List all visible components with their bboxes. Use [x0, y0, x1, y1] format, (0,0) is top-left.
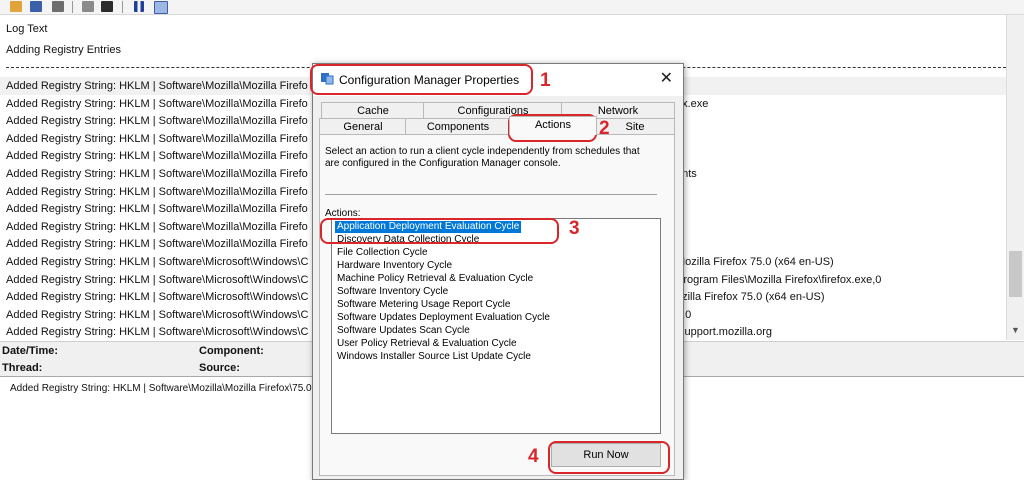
highlight-icon[interactable]: [154, 1, 168, 14]
action-list-item[interactable]: Hardware Inventory Cycle: [337, 260, 452, 272]
log-row-text: Added Registry String: HKLM | Software\M…: [6, 115, 308, 128]
log-row-text: Added Registry String: HKLM | Software\M…: [6, 326, 309, 339]
log-text-column-header[interactable]: Log Text: [6, 23, 47, 35]
annotation-box-4: [548, 441, 670, 474]
log-row-text-continued: ozilla Firefox 75.0 (x64 en-US): [676, 291, 825, 304]
annotation-box-1: [310, 64, 533, 95]
toolbar: [0, 0, 1024, 15]
actions-description: Select an action to run a client cycle i…: [325, 146, 640, 169]
log-scrollbar[interactable]: ▼: [1006, 15, 1024, 340]
message-text: Added Registry String: HKLM | Software\M…: [10, 383, 312, 394]
log-row-text-continued: Mozilla Firefox 75.0 (x64 en-US): [676, 256, 834, 268]
log-row-text: Added Registry String: HKLM | Software\M…: [6, 238, 308, 251]
annotation-number-2: 2: [599, 118, 610, 139]
copy-icon[interactable]: [82, 1, 94, 12]
open-folder-icon[interactable]: [10, 1, 22, 12]
log-row-text: Added Registry String: HKLM | Software\M…: [6, 203, 308, 216]
thread-label: Thread:: [2, 362, 43, 374]
action-list-item[interactable]: User Policy Retrieval & Evaluation Cycle: [337, 338, 517, 350]
action-list-item[interactable]: Machine Policy Retrieval & Evaluation Cy…: [337, 273, 533, 285]
tab-cache[interactable]: Cache: [321, 102, 425, 119]
log-row-text: Added Registry String: HKLM | Software\M…: [6, 291, 309, 304]
log-row-text-continued: /support.mozilla.org: [676, 326, 772, 339]
toolbar-separator: [72, 1, 73, 13]
pause-icon[interactable]: [134, 1, 144, 12]
source-label: Source:: [199, 362, 240, 374]
log-row-text: Added Registry String: HKLM | Software\M…: [6, 308, 309, 321]
log-row-text: Added Registry String: HKLM | Software\M…: [6, 132, 308, 145]
scroll-down-icon[interactable]: ▼: [1011, 325, 1020, 335]
find-icon[interactable]: [101, 1, 113, 12]
log-row-text: Added Registry String: HKLM | Software\M…: [6, 150, 308, 163]
log-row-text: Added Registry String: HKLM | Software\M…: [6, 185, 308, 198]
log-row-text: Added Registry String: HKLM | Software\M…: [6, 220, 308, 233]
dialog-body: Cache Configurations Network General Com…: [313, 96, 683, 479]
actions-listbox[interactable]: Application Deployment Evaluation Cycle D…: [331, 218, 661, 434]
action-list-item[interactable]: Software Updates Scan Cycle: [337, 325, 470, 337]
scrollbar-thumb[interactable]: [1009, 251, 1022, 297]
tab-general[interactable]: General: [319, 118, 407, 135]
log-row-text: Added Registry String: HKLM | Software\M…: [6, 168, 308, 180]
datetime-label: Date/Time:: [2, 345, 59, 357]
annotation-box-3: [320, 218, 559, 244]
action-list-item[interactable]: Software Metering Usage Report Cycle: [337, 299, 510, 311]
log-first-line[interactable]: Adding Registry Entries: [6, 44, 121, 56]
component-label: Component:: [199, 345, 264, 357]
configuration-manager-properties-dialog: Configuration Manager Properties ✕ Cache…: [312, 63, 684, 480]
tab-actions[interactable]: Actions: [509, 116, 597, 135]
print-icon[interactable]: [52, 1, 64, 12]
log-row-text-continued: Program Files\Mozilla Firefox\firefox.ex…: [676, 273, 882, 286]
action-list-item[interactable]: Software Inventory Cycle: [337, 286, 448, 298]
annotation-number-3: 3: [569, 218, 580, 239]
log-row-text: Added Registry String: HKLM | Software\M…: [6, 97, 308, 110]
annotation-number-4: 4: [528, 446, 539, 467]
annotation-number-1: 1: [540, 70, 551, 91]
save-icon[interactable]: [30, 1, 42, 12]
close-icon[interactable]: ✕: [660, 68, 673, 88]
action-list-item[interactable]: File Collection Cycle: [337, 247, 428, 259]
panel-divider: [325, 194, 657, 195]
tab-components[interactable]: Components: [405, 118, 511, 135]
action-list-item[interactable]: Software Updates Deployment Evaluation C…: [337, 312, 550, 324]
log-row-text: Added Registry String: HKLM | Software\M…: [6, 80, 308, 92]
log-row-text: Added Registry String: HKLM | Software\M…: [6, 256, 309, 268]
log-row-text: Added Registry String: HKLM | Software\M…: [6, 273, 309, 286]
toolbar-separator: [122, 1, 123, 13]
action-list-item[interactable]: Windows Installer Source List Update Cyc…: [337, 351, 531, 363]
